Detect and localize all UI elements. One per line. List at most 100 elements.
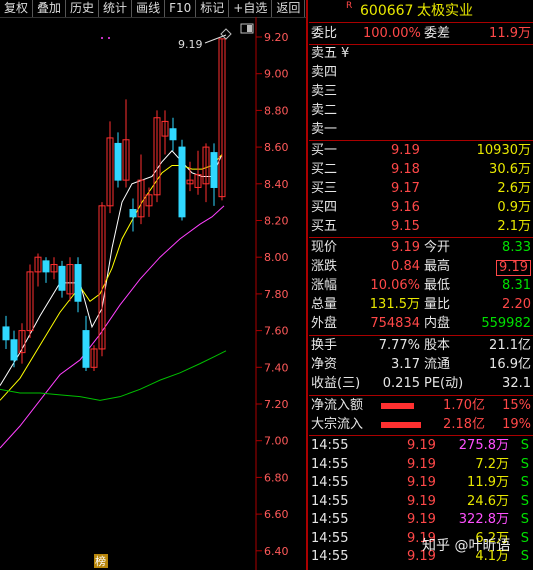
- toolbar-f10-button[interactable]: F10: [165, 0, 197, 17]
- sell-level-label: 卖三: [311, 84, 338, 99]
- candle-down[interactable]: [82, 330, 90, 368]
- watermark: 知乎 @叶昕语: [422, 538, 511, 554]
- sell-level-row: 卖三: [309, 83, 533, 101]
- max-price-annotation: 9.19: [178, 38, 203, 51]
- stat-value: 0.84: [391, 259, 420, 274]
- toolbar-add-watchlist-button[interactable]: +自选: [229, 0, 273, 17]
- tick-price: 9.19: [407, 475, 436, 490]
- buy-level-row: 买二 9.18 30.6万: [309, 161, 533, 179]
- marker-dot-icon: [108, 37, 110, 39]
- tick-price: 9.19: [407, 456, 436, 472]
- tick-time: 14:55: [311, 438, 349, 453]
- fund-flow-label: 大宗流入: [311, 417, 364, 432]
- buy-level-volume: 30.6万: [489, 162, 531, 177]
- diamond-icon[interactable]: [220, 28, 232, 40]
- candle-down[interactable]: [169, 128, 177, 141]
- tick-side: S: [520, 456, 529, 472]
- stat-label: 外盘: [311, 316, 338, 331]
- separator: [309, 140, 533, 141]
- separator: [309, 237, 533, 238]
- weibi-value: 100.00%: [363, 26, 421, 41]
- stat-label: 涨幅: [311, 278, 338, 293]
- toolbar-history-button[interactable]: 历史: [66, 0, 100, 17]
- separator: [309, 22, 533, 23]
- candle-down[interactable]: [178, 146, 186, 218]
- candles: [2, 38, 226, 371]
- fund-flow-value: 2.18亿: [443, 417, 485, 432]
- fundamental-label: 换手: [311, 338, 338, 353]
- tick-side: S: [520, 530, 529, 546]
- tick-volume: 7.2万: [475, 456, 509, 472]
- sell-level-row: 卖五 ¥: [309, 45, 533, 63]
- separator: [309, 395, 533, 396]
- tick-time: 14:55: [311, 493, 349, 509]
- stat-row: 涨幅 10.06% 最低 8.31: [309, 277, 533, 295]
- toolbar-draw-button[interactable]: 画线: [132, 0, 166, 17]
- candle-down[interactable]: [58, 265, 66, 291]
- candle-down[interactable]: [129, 208, 137, 218]
- fundamental-value: 0.215: [382, 376, 420, 391]
- candle-down[interactable]: [2, 326, 10, 341]
- ma60-line: [0, 350, 227, 401]
- toolbar-back-button[interactable]: 返回: [272, 0, 306, 17]
- fundamental-row: 换手 7.77% 股本 21.1亿: [309, 337, 533, 355]
- fund-flow-percent: 15%: [502, 398, 531, 413]
- tick-time: 14:55: [311, 549, 349, 564]
- fund-flow-row: 净流入额 1.70亿 15%: [309, 397, 533, 415]
- tick-row: 14:55 9.19 275.8万 S: [309, 437, 533, 455]
- price-tick-label: 6.40: [264, 545, 289, 558]
- sell-level-row: 卖一: [309, 121, 533, 139]
- price-tick-label: 6.80: [264, 471, 289, 484]
- fundamental-value: 16.9亿: [489, 357, 531, 372]
- candlestick-chart[interactable]: 9.20 9.00 8.80 8.60 8.40 8.20 8.00 7.80 7.60 7.40…: [0, 17, 306, 570]
- buy-level-price: 9.16: [391, 200, 420, 215]
- weibi-label: 委比: [311, 26, 338, 41]
- chart-grid: [256, 36, 262, 552]
- sell-level-label: 卖五: [311, 46, 338, 61]
- buy-level-volume: 2.1万: [497, 219, 531, 234]
- quote-panel: R 600667 太极实业 委比 100.00% 委差 11.9万 卖五 ¥ 卖四卖…: [309, 0, 533, 570]
- buy-level-row: 买一 9.19 10930万: [309, 142, 533, 160]
- separator: [309, 335, 533, 336]
- stat-label: 量比: [424, 297, 451, 312]
- toolbar-fuquan-button[interactable]: 复权: [0, 0, 34, 17]
- tick-side: S: [520, 512, 529, 527]
- tick-row: 14:55 9.19 11.9万 S: [309, 474, 533, 492]
- tick-volume: 322.8万: [458, 512, 509, 527]
- candle-down[interactable]: [74, 264, 82, 302]
- marker-dot-icon: [101, 37, 103, 39]
- fundamental-label: 流通: [424, 357, 451, 372]
- stat-label: 内盘: [424, 316, 451, 331]
- fund-flow-row: 大宗流入 2.18亿 19%: [309, 416, 533, 434]
- buy-level-label: 买五: [311, 219, 338, 234]
- ranking-badge-label: 榜: [95, 554, 106, 568]
- toolbar-mark-button[interactable]: 标记: [196, 0, 230, 17]
- price-tick-label: 8.20: [264, 215, 289, 228]
- candle-down[interactable]: [10, 339, 18, 361]
- sell-level-label: 卖二: [311, 103, 338, 118]
- fund-flow-value: 1.70亿: [443, 398, 485, 413]
- fund-flow-bar: [381, 403, 414, 409]
- toolbar-stats-button[interactable]: 统计: [99, 0, 133, 17]
- fundamental-row: 收益(三) 0.215 PE(动) 32.1: [309, 375, 533, 393]
- fundamental-label: PE(动): [424, 376, 464, 391]
- stat-row: 总量 131.5万 量比 2.20: [309, 296, 533, 314]
- stat-value: 9.19: [391, 240, 420, 255]
- panel-divider: [306, 0, 308, 570]
- tick-row: 14:55 9.19 7.2万 S: [309, 456, 533, 474]
- price-tick-label: 9.20: [264, 31, 289, 44]
- stock-code[interactable]: 600667: [360, 1, 413, 21]
- candle-down[interactable]: [210, 152, 218, 188]
- candle-down[interactable]: [114, 142, 122, 181]
- tick-side: S: [520, 493, 529, 509]
- tick-price: 9.19: [407, 438, 436, 453]
- stock-name[interactable]: 太极实业: [417, 1, 473, 21]
- buy-level-volume: 0.9万: [497, 200, 531, 215]
- ma5-line: [0, 150, 223, 386]
- fundamental-value: 3.17: [391, 357, 420, 372]
- toolbar-overlay-button[interactable]: 叠加: [33, 0, 67, 17]
- price-tick-label: 8.00: [264, 251, 289, 264]
- candle-down[interactable]: [42, 260, 50, 273]
- tick-time: 14:55: [311, 530, 349, 546]
- buy-level-price: 9.18: [391, 162, 420, 177]
